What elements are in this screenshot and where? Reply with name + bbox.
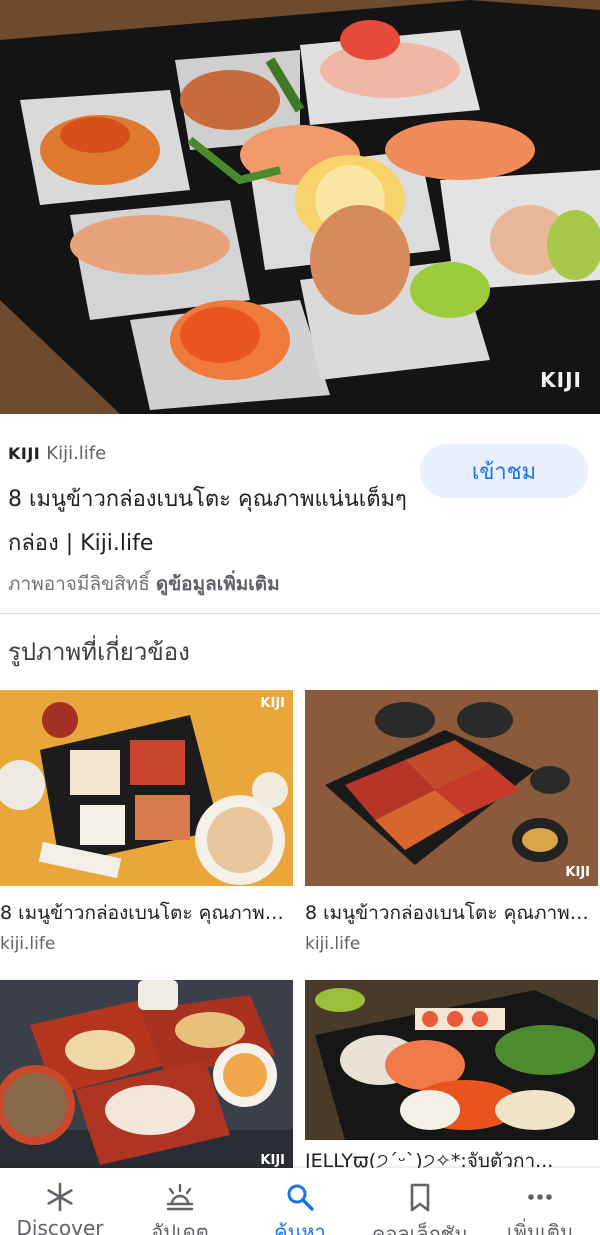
nav-search[interactable]: ค้นหา: [240, 1168, 360, 1235]
divider: [0, 613, 600, 614]
bento-thumbnail: [305, 690, 598, 886]
thumbnail-watermark: KIJI: [260, 696, 285, 711]
source-row[interactable]: KIJI Kiji.life: [8, 440, 106, 466]
nav-more[interactable]: เพิ่มเติม: [480, 1168, 600, 1235]
related-thumbnail[interactable]: KIJI: [0, 980, 293, 1170]
thumbnail-watermark: KIJI: [565, 865, 590, 880]
related-image-card[interactable]: KIJI 8 เมนูข้าวกล่องเบนโตะ คุณภาพแน่นเต็…: [0, 690, 293, 954]
related-image-card[interactable]: JELLYϖ(੭ˊᵕˋ)੭✧*:จับตัวกา...: [305, 980, 598, 1176]
related-caption[interactable]: 8 เมนูข้าวกล่องเบนโตะ คุณภาพแน่นเต็มๆ กล…: [0, 898, 293, 928]
nav-label: Discover: [16, 1216, 104, 1235]
nav-updates[interactable]: อัปเดต: [120, 1168, 240, 1235]
visit-button[interactable]: เข้าชม: [420, 444, 588, 498]
updates-icon: [163, 1182, 197, 1212]
source-name[interactable]: Kiji.life: [46, 443, 106, 464]
copyright-text: ภาพอาจมีลิขสิทธิ์: [8, 573, 150, 595]
bento-thumbnail: [0, 690, 293, 886]
related-site: kiji.life: [305, 934, 361, 954]
nav-collections[interactable]: คอลเล็กชัน: [360, 1168, 480, 1235]
nav-label: ค้นหา: [274, 1220, 326, 1235]
bento-photo: [0, 0, 600, 414]
source-logo-icon: KIJI: [8, 443, 41, 463]
nav-label: เพิ่มเติม: [506, 1220, 574, 1235]
watermark: KIJI: [540, 368, 582, 392]
bento-thumbnail: [0, 980, 293, 1170]
asterisk-icon: [43, 1182, 77, 1212]
related-thumbnail[interactable]: KIJI: [305, 690, 598, 886]
related-caption[interactable]: 8 เมนูข้าวกล่องเบนโตะ คุณภาพแน่นเต็มๆ กล…: [305, 898, 598, 928]
nav-label: คอลเล็กชัน: [371, 1222, 469, 1235]
thumbnail-watermark: KIJI: [260, 1153, 285, 1168]
related-thumbnail[interactable]: KIJI: [0, 690, 293, 886]
bottom-navigation: Discover อัปเดต ค้นหา คอลเล็กชัน เพิ่มเต…: [0, 1168, 600, 1235]
related-site: kiji.life: [0, 934, 56, 954]
nav-label: อัปเดต: [151, 1220, 209, 1235]
nav-discover[interactable]: Discover: [0, 1168, 120, 1235]
more-info-link[interactable]: ดูข้อมูลเพิ่มเติม: [156, 573, 280, 595]
more-dots-icon: [523, 1182, 557, 1212]
hero-image[interactable]: KIJI: [0, 0, 600, 414]
related-image-card[interactable]: KIJI 8 เมนูข้าวกล่องเบนโตะ คุณภาพแน่นเต็…: [305, 690, 598, 954]
result-title[interactable]: 8 เมนูข้าวกล่องเบนโตะ คุณภาพแน่นเต็มๆ กล…: [8, 478, 408, 566]
bento-thumbnail: [305, 980, 598, 1140]
search-icon: [283, 1182, 317, 1212]
bookmark-icon: [403, 1182, 437, 1214]
related-image-card[interactable]: KIJI: [0, 980, 293, 1170]
copyright-notice: ภาพอาจมีลิขสิทธิ์ ดูข้อมูลเพิ่มเติม: [8, 569, 280, 599]
related-images-heading: รูปภาพที่เกี่ยวข้อง: [8, 638, 190, 666]
related-thumbnail[interactable]: [305, 980, 598, 1140]
